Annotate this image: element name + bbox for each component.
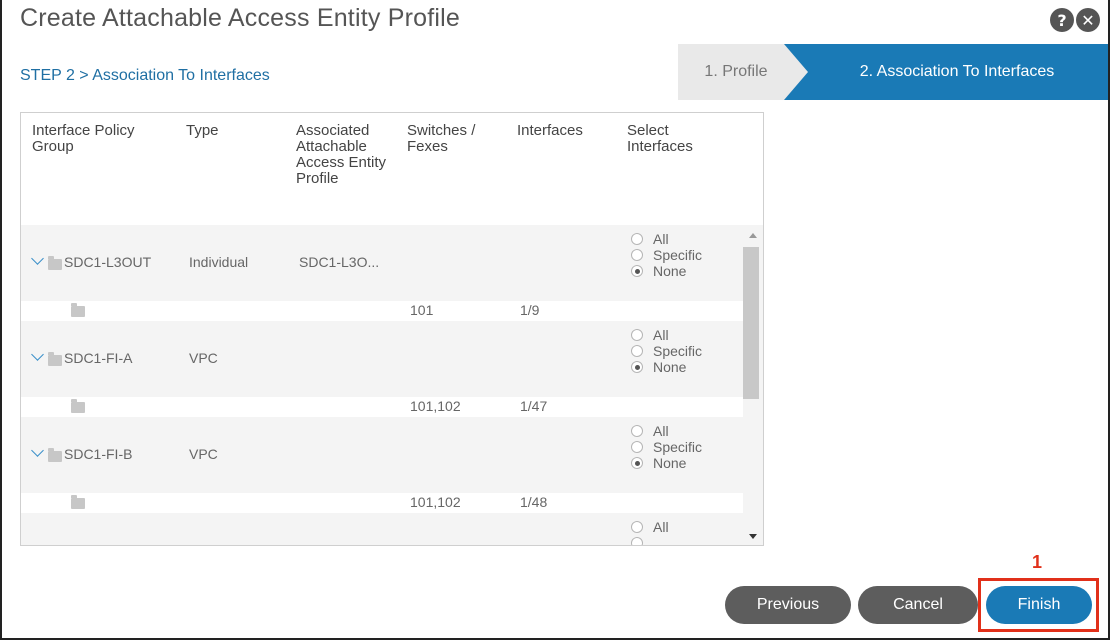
policy-group-name[interactable]: SDC1-FI-A: [64, 350, 132, 366]
wizard-step-profile[interactable]: 1. Profile: [678, 44, 808, 100]
folder-icon: [71, 399, 85, 413]
table-body: SDC1-L3OUT Individual SDC1-L3O... All Sp…: [21, 225, 743, 545]
previous-button[interactable]: Previous: [725, 586, 851, 624]
chevron-down-icon[interactable]: [31, 444, 44, 457]
scroll-up-icon[interactable]: [749, 233, 757, 238]
radio-none[interactable]: None: [631, 455, 702, 471]
header-switches[interactable]: Switches / Fexes: [407, 123, 507, 155]
type-value: VPC: [189, 350, 218, 366]
header-interfaces[interactable]: Interfaces: [517, 123, 583, 139]
radio-specific[interactable]: [631, 535, 669, 545]
table-row: 101 1/9: [21, 301, 743, 321]
radio-specific[interactable]: Specific: [631, 343, 702, 359]
radio-all[interactable]: All: [631, 231, 702, 247]
header-icons: ? ✕: [1050, 8, 1100, 32]
header-type[interactable]: Type: [186, 123, 219, 139]
radio-none[interactable]: None: [631, 359, 702, 375]
table-row[interactable]: All: [21, 513, 743, 545]
scrollbar-thumb[interactable]: [743, 247, 759, 399]
radio-all[interactable]: All: [631, 327, 702, 343]
radio-specific[interactable]: Specific: [631, 247, 702, 263]
switches-value: 101,102: [410, 398, 461, 414]
folder-icon: [48, 448, 62, 462]
scroll-down-icon[interactable]: [749, 534, 757, 539]
table-row: 101,102 1/47: [21, 397, 743, 417]
policy-group-name[interactable]: SDC1-FI-B: [64, 446, 132, 462]
select-interfaces-radios: All: [631, 519, 669, 545]
type-value: VPC: [189, 446, 218, 462]
folder-icon: [71, 495, 85, 509]
finish-button[interactable]: Finish: [986, 586, 1092, 624]
table-row[interactable]: SDC1-FI-A VPC All Specific None: [21, 321, 743, 397]
step-label: STEP 2 > Association To Interfaces: [20, 67, 270, 84]
wizard-steps: 1. Profile 2. Association To Interfaces: [678, 44, 1108, 100]
interfaces-value: 1/9: [520, 302, 540, 318]
select-interfaces-radios: All Specific None: [631, 423, 702, 471]
radio-all[interactable]: All: [631, 423, 702, 439]
table-row[interactable]: SDC1-FI-B VPC All Specific None: [21, 417, 743, 493]
switches-value: 101: [410, 302, 434, 318]
dialog-title: Create Attachable Access Entity Profile: [20, 4, 460, 32]
create-aaep-dialog: Create Attachable Access Entity Profile …: [0, 0, 1110, 640]
folder-icon: [48, 256, 62, 270]
table-row[interactable]: SDC1-L3OUT Individual SDC1-L3O... All Sp…: [21, 225, 743, 301]
radio-none[interactable]: None: [631, 263, 702, 279]
header-select-interfaces[interactable]: Select Interfaces: [627, 123, 727, 155]
wizard-step-association[interactable]: 2. Association To Interfaces: [784, 44, 1108, 100]
close-icon[interactable]: ✕: [1076, 8, 1100, 32]
type-value: Individual: [189, 254, 249, 270]
table-scrollbar[interactable]: [743, 225, 763, 545]
help-icon[interactable]: ?: [1050, 8, 1074, 32]
radio-specific[interactable]: Specific: [631, 439, 702, 455]
aaep-value: SDC1-L3O...: [299, 254, 380, 270]
annotation-callout: 1: [1032, 552, 1043, 572]
header-aaep[interactable]: Associated Attachable Access Entity Prof…: [296, 123, 396, 187]
header-policy-group[interactable]: Interface Policy Group: [32, 123, 172, 155]
folder-icon: [48, 352, 62, 366]
interfaces-table: Interface Policy Group Type Associated A…: [20, 112, 764, 546]
interfaces-value: 1/48: [520, 494, 548, 510]
interfaces-value: 1/47: [520, 398, 548, 414]
policy-group-name[interactable]: SDC1-L3OUT: [64, 254, 151, 270]
chevron-down-icon[interactable]: [31, 252, 44, 265]
cancel-button[interactable]: Cancel: [858, 586, 978, 624]
radio-all[interactable]: All: [631, 519, 669, 535]
select-interfaces-radios: All Specific None: [631, 231, 702, 279]
switches-value: 101,102: [410, 494, 461, 510]
table-header: Interface Policy Group Type Associated A…: [21, 113, 763, 225]
table-row: 101,102 1/48: [21, 493, 743, 513]
chevron-down-icon[interactable]: [31, 348, 44, 361]
folder-icon: [71, 303, 85, 317]
select-interfaces-radios: All Specific None: [631, 327, 702, 375]
